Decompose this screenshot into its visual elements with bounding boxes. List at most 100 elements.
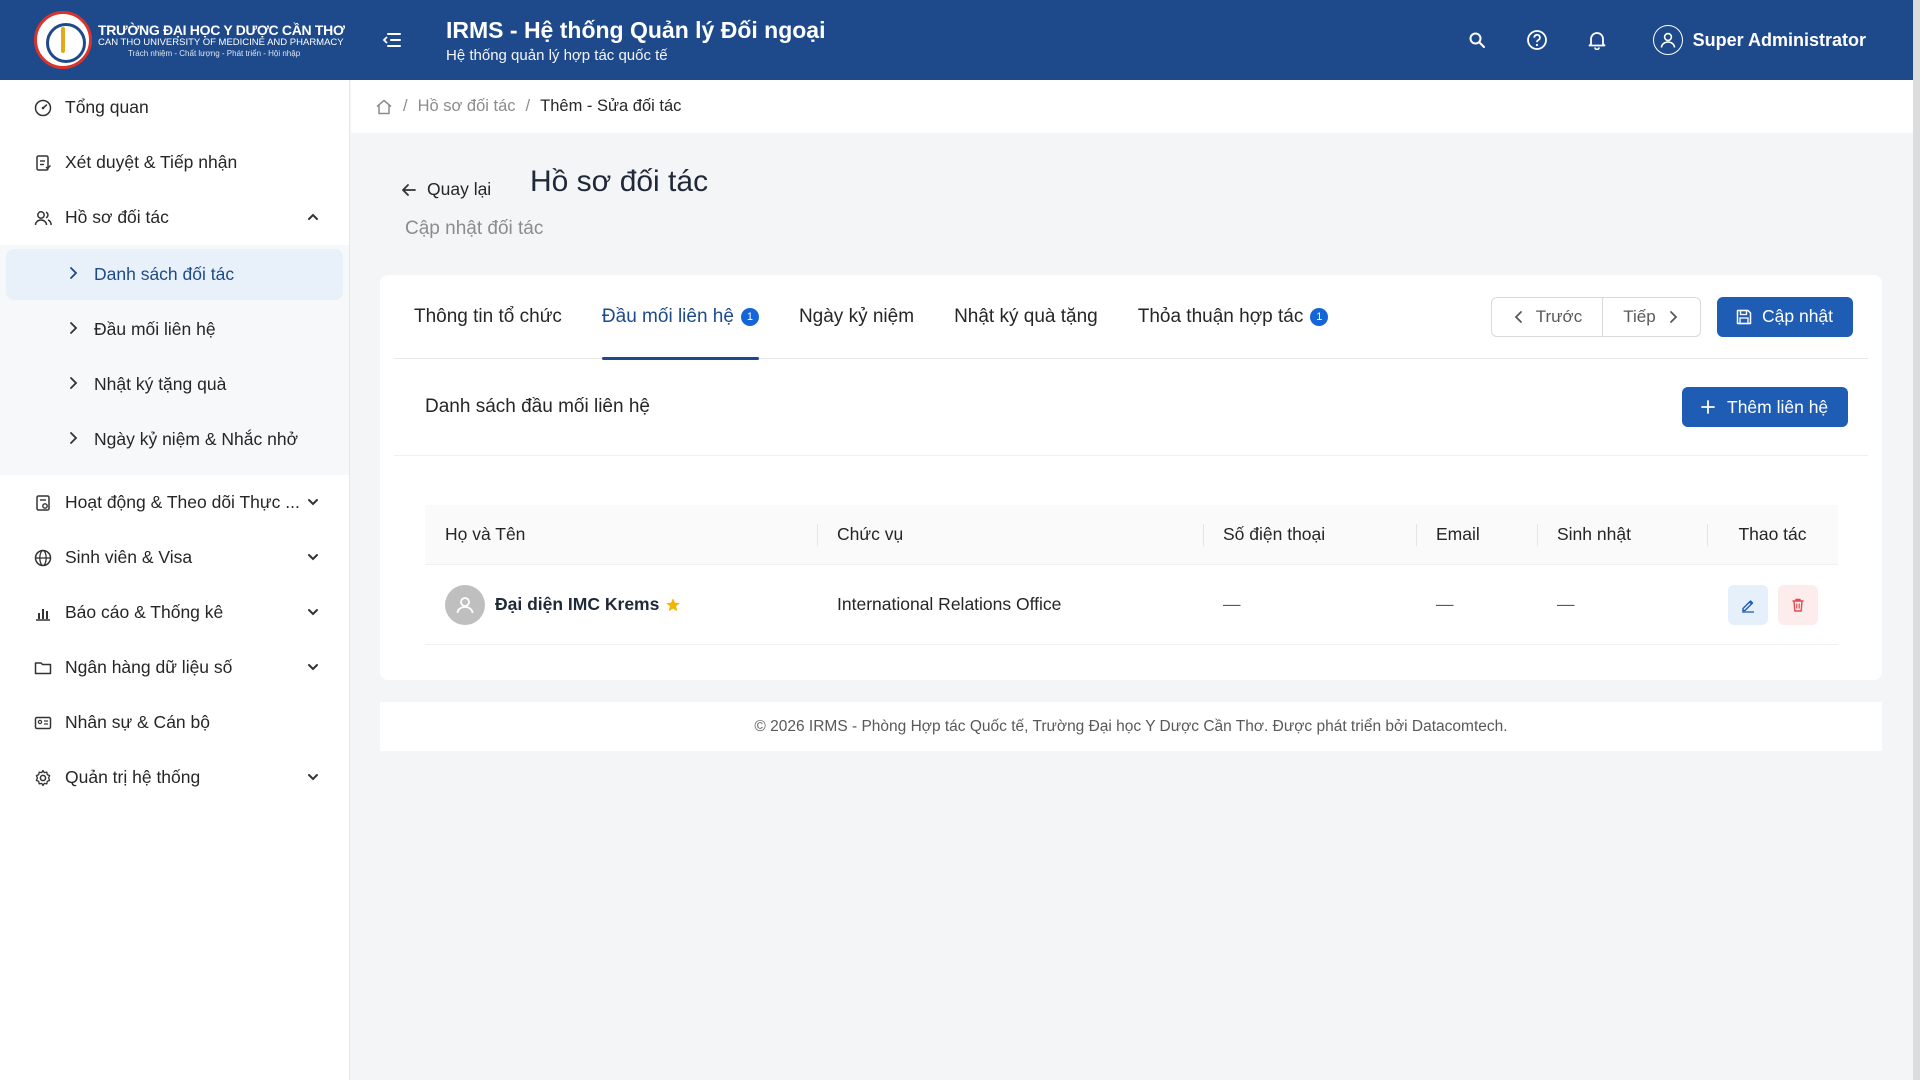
sidebar-item-label: Ngân hàng dữ liệu số	[65, 657, 233, 677]
sidebar-item-partners[interactable]: Hồ sơ đối tác	[0, 190, 349, 245]
record-pager: Trước Tiếp	[1491, 296, 1701, 337]
chevron-up-icon	[305, 209, 321, 225]
count-badge: 1	[740, 307, 759, 326]
sidebar-item-students-visa[interactable]: Sinh viên & Visa	[0, 530, 349, 585]
page-title: Hồ sơ đối tác	[530, 165, 709, 198]
sidebar-item-label: Xét duyệt & Tiếp nhận	[65, 152, 238, 172]
chevron-right-icon	[70, 432, 78, 444]
home-icon[interactable]	[375, 98, 393, 116]
breadcrumb-item-current: Thêm - Sửa đối tác	[540, 97, 682, 115]
sidebar: Tổng quan Xét duyệt & Tiếp nhận Hồ sơ đố…	[0, 80, 350, 1080]
breadcrumb-separator: /	[525, 97, 531, 115]
sidebar-subitem-gift-log[interactable]: Nhật ký tặng quà	[6, 359, 343, 410]
chevron-right-icon	[70, 377, 78, 389]
users-icon	[34, 209, 52, 227]
column-header-name: Họ và Tên	[445, 524, 526, 544]
tab-label: Thông tin tổ chức	[414, 305, 562, 327]
tab-agreements[interactable]: Thỏa thuận hợp tác 1	[1118, 275, 1349, 359]
update-button[interactable]: Cập nhật	[1717, 296, 1853, 337]
sidebar-item-label: Báo cáo & Thống kê	[65, 602, 224, 622]
previous-label: Trước	[1535, 306, 1583, 326]
breadcrumb: / Hồ sơ đối tác / Thêm - Sửa đối tác	[351, 80, 1913, 133]
chevron-right-icon	[1666, 310, 1680, 324]
cell-phone: —	[1223, 594, 1241, 614]
menu-fold-icon[interactable]	[380, 28, 404, 52]
save-icon	[1735, 308, 1753, 326]
logo-text: TRƯỜNG ĐẠI HỌC Y DƯỢC CẦN THƠ CAN THO UN…	[98, 22, 345, 58]
add-contact-label: Thêm liên hệ	[1727, 396, 1829, 417]
sidebar-subitem-anniversaries[interactable]: Ngày kỷ niệm & Nhắc nhở	[6, 414, 343, 465]
sidebar-subitem-label: Đầu mối liên hệ	[94, 319, 216, 339]
column-header-birthday: Sinh nhật	[1537, 505, 1707, 565]
contact-name: Đại diện IMC Krems	[495, 594, 660, 614]
tab-anniversaries[interactable]: Ngày kỷ niệm	[779, 275, 934, 359]
user-name: Super Administrator	[1692, 29, 1866, 50]
tab-gift-log[interactable]: Nhật ký quà tặng	[934, 275, 1118, 359]
folder-icon	[34, 659, 52, 677]
tab-label: Thỏa thuận hợp tác	[1137, 305, 1304, 327]
cell-actions	[1707, 584, 1838, 625]
chevron-left-icon	[1512, 310, 1526, 324]
sidebar-item-activities[interactable]: Hoạt động & Theo dõi Thực ...	[0, 475, 349, 530]
top-header: TRƯỜNG ĐẠI HỌC Y DƯỢC CẦN THƠ CAN THO UN…	[0, 0, 1913, 80]
cell-birthday: —	[1557, 594, 1575, 614]
logo-line-2: CAN THO UNIVERSITY OF MEDICINE AND PHARM…	[98, 36, 344, 48]
section-title: Danh sách đầu mối liên hệ	[425, 396, 650, 417]
column-header-email: Email	[1416, 505, 1537, 565]
next-label: Tiếp	[1623, 306, 1656, 326]
column-header-phone: Số điện thoại	[1203, 505, 1416, 565]
clipboard-icon	[34, 154, 52, 172]
page-scrollbar[interactable]	[1913, 0, 1920, 1080]
help-icon[interactable]	[1525, 28, 1549, 52]
header-actions: Super Administrator	[1429, 25, 1866, 55]
chevron-down-icon	[305, 604, 321, 620]
university-logo[interactable]: TRƯỜNG ĐẠI HỌC Y DƯỢC CẦN THƠ CAN THO UN…	[0, 0, 350, 80]
edit-button[interactable]	[1727, 584, 1768, 625]
primary-star-icon	[665, 597, 681, 613]
sidebar-subitem-label: Danh sách đối tác	[94, 264, 235, 284]
table-row[interactable]: Đại diện IMC Krems International Relatio…	[425, 565, 1838, 645]
sidebar-item-staff[interactable]: Nhân sự & Cán bộ	[0, 695, 349, 750]
sidebar-subitem-contacts[interactable]: Đầu mối liên hệ	[6, 304, 343, 355]
back-button[interactable]: Quay lại	[400, 179, 500, 200]
sidebar-subitem-partner-list[interactable]: Danh sách đối tác	[6, 249, 343, 300]
sidebar-item-reports[interactable]: Báo cáo & Thống kê	[0, 585, 349, 640]
sidebar-item-review[interactable]: Xét duyệt & Tiếp nhận	[0, 135, 349, 190]
sidebar-item-data-bank[interactable]: Ngân hàng dữ liệu số	[0, 640, 349, 695]
next-button[interactable]: Tiếp	[1602, 297, 1700, 336]
chevron-right-icon	[70, 322, 78, 334]
search-icon[interactable]	[1465, 28, 1489, 52]
tab-label: Nhật ký quà tặng	[954, 305, 1098, 327]
cell-position: International Relations Office	[837, 594, 1062, 614]
chevron-down-icon	[305, 549, 321, 565]
sidebar-subitem-label: Nhật ký tặng quà	[94, 374, 227, 394]
sidebar-item-label: Tổng quan	[65, 97, 149, 117]
tab-contacts[interactable]: Đầu mối liên hệ 1	[582, 275, 779, 360]
logo-line-3: Trách nhiệm - Chất lượng - Phát triển - …	[128, 48, 301, 58]
user-menu[interactable]: Super Administrator	[1652, 25, 1866, 55]
bell-icon[interactable]	[1585, 28, 1609, 52]
app-title: IRMS - Hệ thống Quản lý Đối ngoại	[446, 16, 826, 43]
delete-button[interactable]	[1777, 584, 1818, 625]
add-contact-button[interactable]: Thêm liên hệ	[1682, 387, 1848, 427]
tab-organization-info[interactable]: Thông tin tổ chức	[394, 275, 582, 359]
breadcrumb-item-partners[interactable]: Hồ sơ đối tác	[418, 97, 516, 116]
sidebar-item-label: Sinh viên & Visa	[65, 547, 193, 567]
settings-icon	[34, 769, 52, 787]
contacts-section-header: Danh sách đầu mối liên hệ Thêm liên hệ	[394, 359, 1868, 456]
sidebar-item-system-admin[interactable]: Quản trị hệ thống	[0, 750, 349, 805]
sidebar-item-overview[interactable]: Tổng quan	[0, 80, 349, 135]
chevron-down-icon	[305, 494, 321, 510]
chevron-down-icon	[305, 769, 321, 785]
tab-label: Đầu mối liên hệ	[601, 305, 734, 327]
partner-edit-card: Thông tin tổ chức Đầu mối liên hệ 1 Ngày…	[380, 275, 1882, 680]
dashboard-icon	[34, 99, 52, 117]
previous-button[interactable]: Trước	[1492, 298, 1602, 336]
cell-email: —	[1436, 594, 1454, 614]
count-badge: 1	[1310, 307, 1329, 326]
tab-actions: Trước Tiếp Cập nhật	[1491, 296, 1853, 337]
sidebar-item-label: Quản trị hệ thống	[65, 767, 201, 787]
footer-text: © 2026 IRMS - Phòng Hợp tác Quốc tế, Trư…	[754, 717, 1508, 735]
tab-bar: Thông tin tổ chức Đầu mối liên hệ 1 Ngày…	[394, 275, 1868, 360]
sidebar-item-label: Hồ sơ đối tác	[65, 207, 169, 227]
